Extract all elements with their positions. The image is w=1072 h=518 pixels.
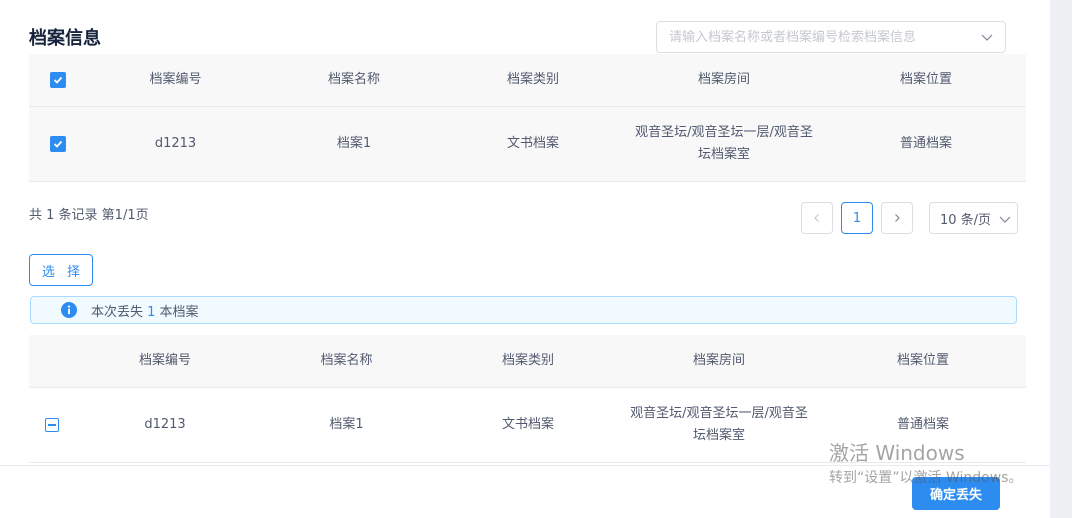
page-gutter xyxy=(1050,0,1072,518)
cell-location: 普通档案 xyxy=(899,136,952,151)
column-header-code[interactable]: 档案编号 xyxy=(87,69,264,91)
column-header-room[interactable]: 档案房间 xyxy=(618,350,820,372)
table-row[interactable]: d1213 档案1 文书档案 观音圣坛/观音圣坛一层/观音圣坛档案室 普通档案 xyxy=(29,388,1026,463)
row-checkbox[interactable] xyxy=(50,136,66,152)
column-header-room[interactable]: 档案房间 xyxy=(622,69,826,91)
modal-footer xyxy=(0,465,1050,518)
remove-row-icon[interactable] xyxy=(45,418,59,432)
column-header-code[interactable]: 档案编号 xyxy=(75,350,255,372)
cell-name: 档案1 xyxy=(329,417,364,432)
page-size-select[interactable]: 10 条/页 xyxy=(929,202,1018,234)
column-header-name[interactable]: 档案名称 xyxy=(264,69,444,91)
check-icon xyxy=(53,140,63,148)
column-header-location[interactable]: 档案位置 xyxy=(826,69,1026,91)
column-header-category[interactable]: 档案类别 xyxy=(438,350,618,372)
search-input[interactable] xyxy=(669,29,969,45)
column-header-category[interactable]: 档案类别 xyxy=(444,69,622,91)
cell-room: 观音圣坛/观音圣坛一层/观音圣坛档案室 xyxy=(630,406,808,443)
table-row[interactable]: d1213 档案1 文书档案 观音圣坛/观音圣坛一层/观音圣坛档案室 普通档案 xyxy=(29,107,1026,182)
archive-table: 档案编号 档案名称 档案类别 档案房间 档案位置 d1213 档案1 文书档案 … xyxy=(29,54,1026,182)
next-page-button[interactable] xyxy=(881,202,913,234)
check-icon xyxy=(53,76,63,84)
chevron-right-icon xyxy=(895,214,900,222)
lost-archive-table: 档案编号 档案名称 档案类别 档案房间 档案位置 d1213 档案1 文书档案 … xyxy=(29,335,1026,463)
lost-count-alert: 本次丢失 1 本档案 xyxy=(30,296,1017,324)
search-select[interactable] xyxy=(656,21,1006,53)
cell-category: 文书档案 xyxy=(506,136,559,151)
info-icon xyxy=(61,302,77,318)
select-all-checkbox[interactable] xyxy=(50,72,66,88)
page-size-value: 10 条/页 xyxy=(940,212,992,228)
prev-page-button[interactable] xyxy=(801,202,833,234)
cell-code: d1213 xyxy=(154,136,197,151)
cell-category: 文书档案 xyxy=(501,417,554,432)
cell-name: 档案1 xyxy=(336,136,372,151)
alert-prefix: 本次丢失 xyxy=(91,304,148,320)
column-header-location[interactable]: 档案位置 xyxy=(820,350,1026,372)
column-header-name[interactable]: 档案名称 xyxy=(255,350,438,372)
chevron-down-icon[interactable] xyxy=(981,31,993,43)
chevron-left-icon xyxy=(814,214,819,222)
cell-location: 普通档案 xyxy=(896,417,949,432)
cell-code: d1213 xyxy=(144,417,186,432)
cell-room: 观音圣坛/观音圣坛一层/观音圣坛档案室 xyxy=(635,125,813,162)
alert-suffix: 本档案 xyxy=(155,304,199,320)
pagination-total: 共 1 条记录 第1/1页 xyxy=(29,208,149,223)
chevron-down-icon xyxy=(999,216,1011,223)
table-header: 档案编号 档案名称 档案类别 档案房间 档案位置 xyxy=(29,54,1026,107)
page-title: 档案信息 xyxy=(29,28,101,49)
page-number-button[interactable]: 1 xyxy=(841,202,873,234)
table-header: 档案编号 档案名称 档案类别 档案房间 档案位置 xyxy=(29,335,1026,388)
confirm-lost-button[interactable]: 确定丢失 xyxy=(912,477,1000,510)
select-button[interactable]: 选 择 xyxy=(29,254,93,286)
